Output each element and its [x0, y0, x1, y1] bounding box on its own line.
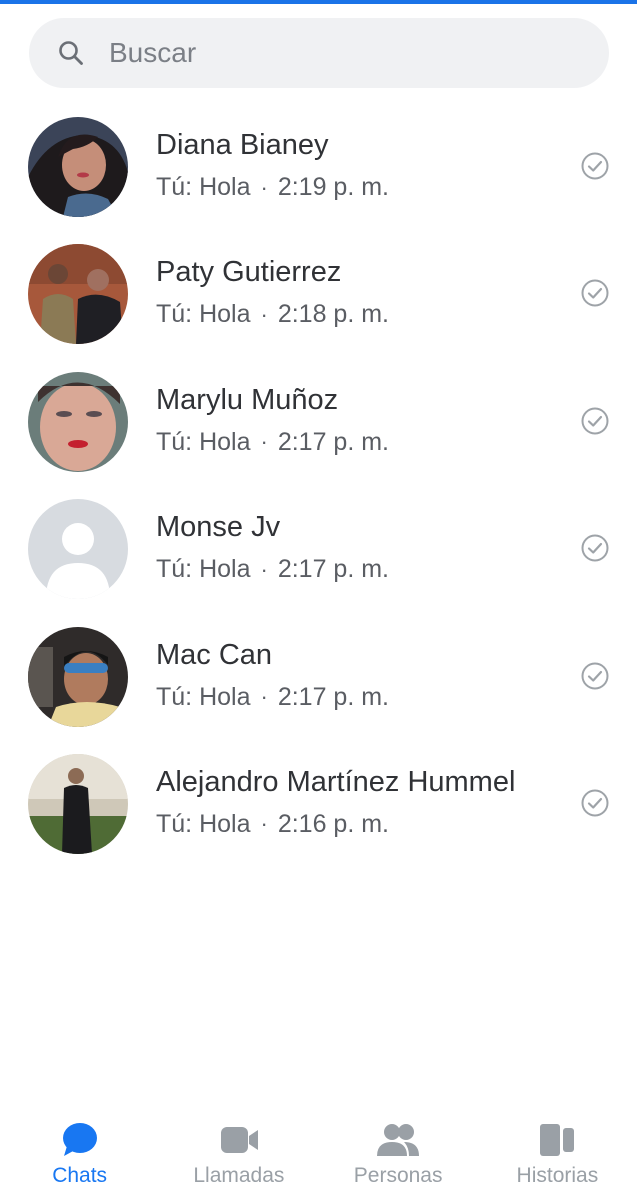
message-preview: Tú: Hola — [156, 427, 251, 456]
chat-name: Marylu Muñoz — [156, 383, 339, 416]
chat-preview: Tú: Hola · 2:16 p. m. — [156, 810, 389, 839]
chat-name: Monse Jv — [156, 511, 281, 544]
chat-name: Paty Gutierrez — [156, 256, 342, 289]
chat-preview: Tú: Hola · 2:17 p. m. — [156, 683, 389, 712]
tab-label: Llamadas — [193, 1164, 285, 1187]
chat-name: Mac Can — [156, 638, 273, 671]
sent-check-icon — [581, 662, 609, 690]
bottom-nav: Chats Llamadas Personas Historias — [0, 1110, 637, 1200]
search-bar[interactable] — [29, 18, 609, 88]
separator-dot: · — [260, 684, 268, 710]
chat-preview: Tú: Hola · 2:18 p. m. — [156, 300, 389, 329]
tab-historias[interactable]: Historias — [478, 1110, 637, 1200]
separator-dot: · — [260, 174, 268, 200]
tab-label: Personas — [353, 1164, 443, 1187]
message-time: 2:17 p. m. — [277, 555, 389, 584]
avatar[interactable] — [28, 499, 128, 600]
tab-label: Chats — [52, 1164, 108, 1187]
chat-name: Diana Bianey — [156, 129, 329, 161]
top-progress-bar — [0, 0, 637, 4]
tab-personas[interactable]: Personas — [319, 1110, 478, 1200]
chat-row[interactable]: Diana Bianey Tú: Hola · 2:19 p. m. — [0, 103, 637, 230]
people-icon — [377, 1124, 420, 1156]
chat-preview: Tú: Hola · 2:17 p. m. — [156, 428, 389, 457]
message-time: 2:18 p. m. — [277, 300, 389, 329]
message-preview: Tú: Hola — [156, 809, 251, 838]
separator-dot: · — [260, 811, 268, 837]
message-time: 2:17 p. m. — [277, 427, 389, 456]
avatar[interactable] — [28, 626, 128, 727]
separator-dot: · — [260, 429, 268, 455]
avatar[interactable] — [28, 371, 128, 472]
search-icon — [59, 41, 83, 65]
sent-check-icon — [581, 407, 609, 435]
message-preview: Tú: Hola — [156, 300, 251, 329]
tab-llamadas[interactable]: Llamadas — [159, 1110, 318, 1200]
avatar[interactable] — [28, 117, 128, 217]
message-preview: Tú: Hola — [156, 173, 251, 201]
stories-icon — [540, 1124, 575, 1156]
message-time: 2:17 p. m. — [277, 682, 389, 711]
sent-check-icon — [581, 534, 609, 562]
chat-list: Diana Bianey Tú: Hola · 2:19 p. m. Paty … — [0, 103, 637, 867]
sent-check-icon — [581, 789, 609, 817]
search-input[interactable] — [107, 36, 551, 70]
message-preview: Tú: Hola — [156, 682, 251, 711]
sent-check-icon — [581, 279, 609, 307]
default-user-icon — [28, 499, 128, 600]
message-preview: Tú: Hola — [156, 555, 251, 584]
message-time: 2:19 p. m. — [277, 173, 389, 201]
sent-check-icon — [581, 152, 609, 180]
chat-row[interactable]: Monse Jv Tú: Hola · 2:17 p. m. — [0, 485, 637, 612]
chat-row[interactable]: Alejandro Martínez Hummel Tú: Hola · 2:1… — [0, 740, 637, 867]
chat-row[interactable]: Mac Can Tú: Hola · 2:17 p. m. — [0, 613, 637, 740]
separator-dot: · — [260, 556, 268, 582]
message-time: 2:16 p. m. — [277, 809, 389, 838]
chat-row[interactable]: Marylu Muñoz Tú: Hola · 2:17 p. m. — [0, 358, 637, 485]
avatar[interactable] — [28, 753, 128, 854]
chat-bubble-icon — [62, 1123, 97, 1156]
chat-name: Alejandro Martínez Hummel — [156, 765, 516, 798]
chat-preview: Tú: Hola · 2:19 p. m. — [156, 173, 389, 202]
separator-dot: · — [260, 301, 268, 327]
video-camera-icon — [220, 1127, 258, 1153]
tab-label: Historias — [516, 1164, 599, 1187]
tab-chats[interactable]: Chats — [0, 1110, 159, 1200]
chat-preview: Tú: Hola · 2:17 p. m. — [156, 555, 389, 584]
avatar[interactable] — [28, 244, 128, 345]
chat-row[interactable]: Paty Gutierrez Tú: Hola · 2:18 p. m. — [0, 230, 637, 357]
